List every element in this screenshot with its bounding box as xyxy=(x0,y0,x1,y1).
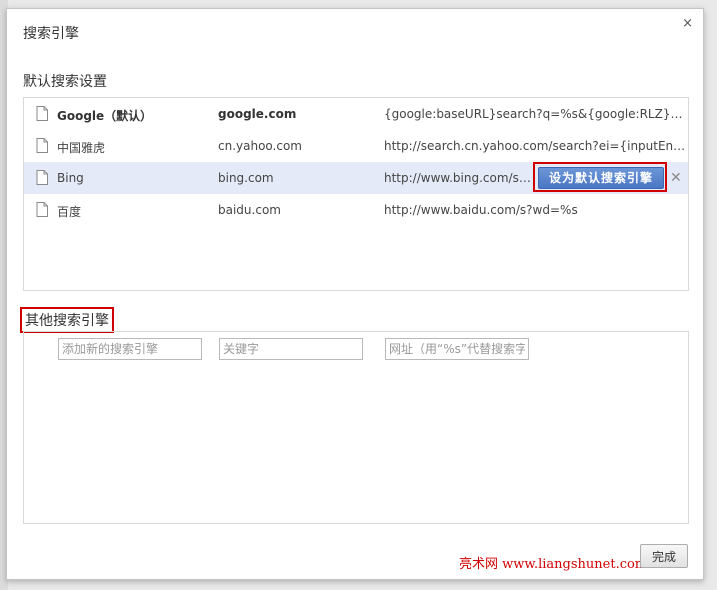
engine-keyword: cn.yahoo.com xyxy=(218,139,302,153)
document-icon xyxy=(36,202,48,220)
watermark: 亮术网 www.liangshunet.com xyxy=(459,557,648,572)
other-engines-heading: 其他搜索引擎 xyxy=(20,307,114,333)
done-button[interactable]: 完成 xyxy=(640,544,688,568)
engine-name: 百度 xyxy=(57,205,82,219)
engine-url: http://www.bing.com/sear... xyxy=(384,171,532,185)
engine-keyword: bing.com xyxy=(218,171,274,185)
engine-row-bing[interactable]: Bing bing.com http://www.bing.com/sear..… xyxy=(24,162,688,194)
new-engine-name-input[interactable] xyxy=(58,338,202,360)
document-icon xyxy=(36,170,48,188)
document-icon xyxy=(36,138,48,156)
engine-keyword: google.com xyxy=(218,107,297,121)
engine-url: {google:baseURL}search?q=%s&{google:RLZ}… xyxy=(384,107,689,121)
engine-keyword: baidu.com xyxy=(218,203,281,217)
new-engine-url-input[interactable] xyxy=(385,338,529,360)
engine-url: http://www.baidu.com/s?wd=%s xyxy=(384,203,578,217)
dialog-title: 搜索引擎 xyxy=(23,26,79,42)
new-engine-keyword-input[interactable] xyxy=(219,338,363,360)
document-icon xyxy=(36,106,48,124)
engine-row-google[interactable]: Google（默认） google.com {google:baseURL}se… xyxy=(24,98,688,130)
remove-icon[interactable]: ✕ xyxy=(670,170,682,186)
engine-name: Google（默认） xyxy=(57,109,153,123)
default-engines-list: Google（默认） google.com {google:baseURL}se… xyxy=(23,97,689,291)
default-search-heading: 默认搜索设置 xyxy=(23,74,107,90)
close-icon[interactable]: × xyxy=(682,16,693,31)
make-default-button[interactable]: 设为默认搜索引擎 xyxy=(538,167,664,189)
engine-url: http://search.cn.yahoo.com/search?ei={in… xyxy=(384,139,689,153)
make-default-highlight: 设为默认搜索引擎 xyxy=(533,162,667,192)
engine-name: 中国雅虎 xyxy=(57,141,106,155)
engine-row-baidu[interactable]: 百度 baidu.com http://www.baidu.com/s?wd=%… xyxy=(24,194,688,226)
other-engines-list xyxy=(23,331,689,524)
search-engines-dialog: 搜索引擎 × 默认搜索设置 Google（默认） google.com {goo… xyxy=(6,8,704,580)
engine-row-yahoo[interactable]: 中国雅虎 cn.yahoo.com http://search.cn.yahoo… xyxy=(24,130,688,162)
engine-name: Bing xyxy=(57,171,84,185)
